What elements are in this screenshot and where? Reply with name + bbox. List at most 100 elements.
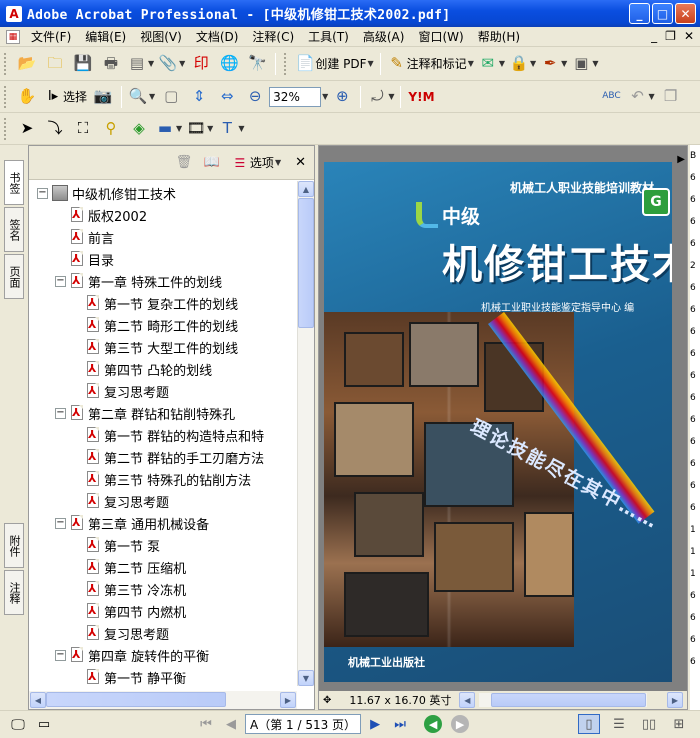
zoom-out-button[interactable]: ⊖ [243,85,267,109]
bookmark-section[interactable]: ⅄ 第二节 群钻的手工刃磨方法 [86,446,264,468]
delete-icon[interactable]: 🗑 [174,153,194,173]
page-number-input[interactable]: A（第 1 / 513 页） [245,714,362,734]
horizontal-scroll-thumb[interactable] [46,692,226,707]
touchup-button[interactable]: T ▼ [217,117,245,141]
bookmark-section[interactable]: ⅄ 第二节 畸形工件的划线 [86,314,238,336]
menu-document[interactable]: 文档(D) [189,28,246,45]
undo-button[interactable]: ↶ ▼ [627,85,654,109]
maximize-button[interactable]: □ [652,3,673,24]
split-icon[interactable]: ✥ [319,695,331,706]
tab-bookmarks[interactable]: 书签 [4,160,24,205]
object-select-button[interactable]: ➤ [15,117,39,141]
bookmark-section[interactable]: ⅄ 第三节 特殊孔的钻削方法 [86,468,251,490]
organizer-button[interactable]: 🗀 [43,52,67,76]
rotate-button[interactable]: ⤾ ▼ [367,85,394,109]
doc-close-button[interactable]: ✕ [684,29,694,43]
tab-comments[interactable]: 注释 [4,570,24,615]
scroll-up-button[interactable]: ▲ [298,181,314,197]
minimize-button[interactable]: _ [629,3,650,24]
movie-tool-button[interactable]: 🎞 ▼ [186,117,214,141]
menu-advanced[interactable]: 高级(A) [356,28,412,45]
save-button[interactable]: 💾 [71,52,95,76]
collapse-toggle-icon[interactable]: − [37,187,48,199]
single-page-view-button[interactable]: ▯ [578,714,600,734]
bookmark-chapter[interactable]: − ⅄ 第一章 特殊工件的划线 [55,270,222,292]
bookmark-section[interactable]: ⅄ 第一节 泵 [86,534,160,556]
toolbar-grip[interactable] [284,52,288,75]
bookmark-chapter[interactable]: − ⅄ 第三章 通用机械设备 [55,512,209,534]
bookmark-section[interactable]: ⅄ 第一节 群钻的构造特点和特 [86,424,264,446]
scroll-right-button[interactable]: ▶ [280,692,296,708]
bookmark-section[interactable]: ⅄ 第三节 大型工件的划线 [86,336,238,358]
scroll-down-button[interactable]: ▼ [298,670,314,686]
scroll-thumb[interactable] [298,198,314,328]
menu-tools[interactable]: 工具(T) [301,28,356,45]
menu-help[interactable]: 帮助(H) [471,28,527,45]
bookmark-root[interactable]: − 中级机修钳工技术 [37,182,176,204]
toolbar-grip[interactable] [4,85,8,108]
next-page-button[interactable]: ▶ [364,714,386,734]
crop-tool-button[interactable]: ⛶ [71,117,95,141]
forms-button[interactable]: ▣ ▼ [571,52,598,76]
send-review-button[interactable]: ✉ ▼ [478,52,505,76]
bookmark-section[interactable]: ⅄ 第四节 凸轮的划线 [86,358,212,380]
task-button[interactable]: ▤ ▼ [127,52,154,76]
tab-attachments[interactable]: 附件 [4,523,24,568]
forward-view-button[interactable]: ▶ [451,715,470,733]
document-horizontal-scrollbar[interactable] [479,693,647,707]
last-page-button[interactable]: ⏭ [389,714,411,734]
doc-scroll-left-button[interactable]: ◀ [459,692,476,708]
create-pdf-button[interactable]: 📄 创建 PDF ▼ [295,52,374,76]
toolbar-grip[interactable] [4,117,8,140]
bookmark-section[interactable]: ⅄ 第一节 静平衡 [86,666,186,686]
menu-view[interactable]: 视图(V) [133,28,189,45]
zoom-input[interactable]: 32% [269,86,322,107]
comment-markup-button[interactable]: ✎ 注释和标记 ▼ [387,52,473,76]
snapshot-button[interactable]: 📷 [91,85,115,109]
bookmark-section[interactable]: ⅄ 第四节 内燃机 [86,600,186,622]
3d-tool-button[interactable]: ◈ [127,117,151,141]
print-button[interactable]: 🖶 [99,52,123,76]
continuous-view-button[interactable]: ☰ [608,714,630,734]
search-button[interactable]: 🔭 [245,52,269,76]
spellcheck-button[interactable]: ABC [599,85,623,109]
bookmark-section[interactable]: ⅄ 复习思考题 [86,380,169,402]
tab-signatures[interactable]: 签名 [4,207,24,252]
document-view[interactable]: 机械工人职业技能培训教材 中级 机修钳工技术 机械工业职业技能鉴定指导中心 编 … [318,145,688,710]
attach-button[interactable]: 📎 ▼ [158,52,186,76]
actual-size-button[interactable]: ▢ [159,85,183,109]
copy-button[interactable]: ❐ [659,85,683,109]
zoom-dropdown-icon[interactable]: ▼ [322,92,328,101]
tab-pages[interactable]: 页面 [4,254,24,299]
bookmarks-vertical-scrollbar[interactable]: ▲ ▼ [297,181,314,686]
article-tool-button[interactable]: ⤵ [43,117,67,141]
link-tool-button[interactable]: ⚲ [99,117,123,141]
bookmark-section[interactable]: ⅄ 第二节 压缩机 [86,556,186,578]
back-view-button[interactable]: ◀ [424,715,443,733]
hand-tool-button[interactable]: ✋ [15,85,39,109]
bookmark-chapter[interactable]: ⅄ 版权2002 [70,204,147,226]
page-layout-icon[interactable]: ▭ [34,715,54,735]
stamp-button[interactable]: 印 [189,52,213,76]
bookmark-chapter[interactable]: ⅄ 目录 [70,248,114,270]
toolbar-grip[interactable] [4,52,8,75]
collapse-toggle-icon[interactable]: − [55,649,66,661]
bookmark-chapter[interactable]: − ⅄ 第二章 群钻和钻削特殊孔 [55,402,235,424]
facing-view-button[interactable]: ▯▯ [638,714,660,734]
doc-scroll-right-button[interactable]: ▶ [667,692,683,708]
yahoo-button[interactable]: Y!M [407,85,435,109]
select-tool-button[interactable]: I▸ 选择 [43,85,87,109]
secure-button[interactable]: 🔒 ▼ [509,52,537,76]
fit-width-button[interactable]: ⇔ [215,85,239,109]
new-bookmark-icon[interactable]: 📖 [202,153,222,173]
continuous-facing-view-button[interactable]: ⊞ [668,714,690,734]
menu-file[interactable]: 文件(F) [24,28,78,45]
collapse-toggle-icon[interactable]: − [55,275,66,287]
panel-expand-arrow-icon[interactable]: ▶ [677,154,685,165]
bookmark-chapter[interactable]: ⅄ 前言 [70,226,114,248]
menu-edit[interactable]: 编辑(E) [78,28,133,45]
bookmark-section[interactable]: ⅄ 复习思考题 [86,622,169,644]
sign-button[interactable]: ✒ ▼ [540,52,567,76]
menu-comments[interactable]: 注释(C) [245,28,301,45]
bookmark-section[interactable]: ⅄ 复习思考题 [86,490,169,512]
